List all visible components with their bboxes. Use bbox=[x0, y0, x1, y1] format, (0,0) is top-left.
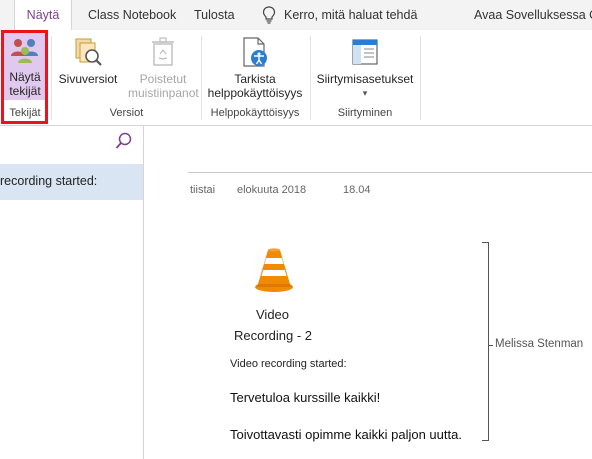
vlc-video-icon[interactable] bbox=[252, 247, 296, 293]
author-name: Melissa Stenman bbox=[495, 338, 584, 350]
accessibility-check-icon bbox=[243, 37, 267, 67]
page-title-line bbox=[188, 172, 592, 173]
navigation-pane-icon bbox=[352, 39, 378, 65]
recording-started-text: Video recording started: bbox=[230, 358, 347, 370]
ribbon-tab-bar: Näytä Class Notebook Tulosta Kerro, mitä… bbox=[0, 0, 592, 30]
tab-open-in-app[interactable]: Avaa Sovelluksessa On bbox=[474, 0, 592, 30]
page-item-title: recording started: bbox=[0, 174, 98, 188]
tab-class-notebook[interactable]: Class Notebook bbox=[88, 0, 176, 30]
ribbon-separator bbox=[51, 36, 52, 120]
author-bracket bbox=[482, 242, 489, 441]
page-list-pane: recording started: bbox=[0, 126, 144, 459]
video-title-line-1: Video bbox=[256, 307, 290, 322]
page-versions-button[interactable]: Sivuversiot bbox=[55, 32, 121, 92]
page-item-selected[interactable]: recording started: bbox=[0, 164, 143, 200]
deleted-notes-label-2: muistiinpanot bbox=[128, 86, 199, 100]
group-label-versions: Versiot bbox=[109, 107, 144, 119]
tab-view[interactable]: Näytä bbox=[14, 0, 72, 30]
check-accessibility-button[interactable]: Tarkista helppokäyttöisyys bbox=[204, 32, 306, 100]
ribbon-separator bbox=[201, 36, 202, 120]
deleted-notes-button[interactable]: Poistetut muistiinpanot bbox=[128, 32, 199, 100]
video-title-line-2: Recording - 2 bbox=[234, 328, 313, 343]
page-time: 18.04 bbox=[343, 184, 371, 196]
note-line-2: Toivottavasti opimme kaikki paljon uutta… bbox=[230, 427, 462, 442]
check-accessibility-label-2: helppokäyttöisyys bbox=[207, 86, 303, 100]
search-icon[interactable] bbox=[115, 132, 133, 150]
check-accessibility-label-1: Tarkista bbox=[234, 72, 276, 86]
deleted-notes-label-1: Poistetut bbox=[139, 72, 187, 86]
navigation-settings-label: Siirtymisasetukset bbox=[316, 72, 414, 86]
author-connector bbox=[489, 345, 493, 346]
lightbulb-icon bbox=[262, 6, 276, 24]
ribbon: Näytä tekijät Tekijät Sivuversiot Poiste… bbox=[0, 30, 592, 126]
ribbon-separator bbox=[420, 36, 421, 120]
tab-print[interactable]: Tulosta bbox=[194, 0, 235, 30]
group-label-accessibility: Helppokäyttöisyys bbox=[210, 107, 300, 119]
page-versions-label: Sivuversiot bbox=[58, 72, 118, 86]
highlight-box bbox=[1, 30, 48, 124]
chevron-down-icon: ▾ bbox=[362, 88, 368, 98]
navigation-settings-button[interactable]: Siirtymisasetukset ▾ bbox=[313, 32, 417, 102]
note-line-1: Tervetuloa kurssille kaikki! bbox=[230, 390, 381, 405]
ribbon-separator bbox=[310, 36, 311, 120]
note-page: tiistai elokuuta 2018 18.04 Video Record… bbox=[144, 126, 592, 459]
page-versions-icon bbox=[75, 38, 102, 66]
page-date-weekday: tiistai bbox=[190, 184, 216, 196]
page-date: elokuuta 2018 bbox=[237, 184, 307, 196]
recycle-bin-icon bbox=[152, 37, 174, 66]
group-label-navigation: Siirtyminen bbox=[337, 107, 393, 119]
tell-me-label: Kerro, mitä haluat tehdä bbox=[284, 8, 418, 22]
